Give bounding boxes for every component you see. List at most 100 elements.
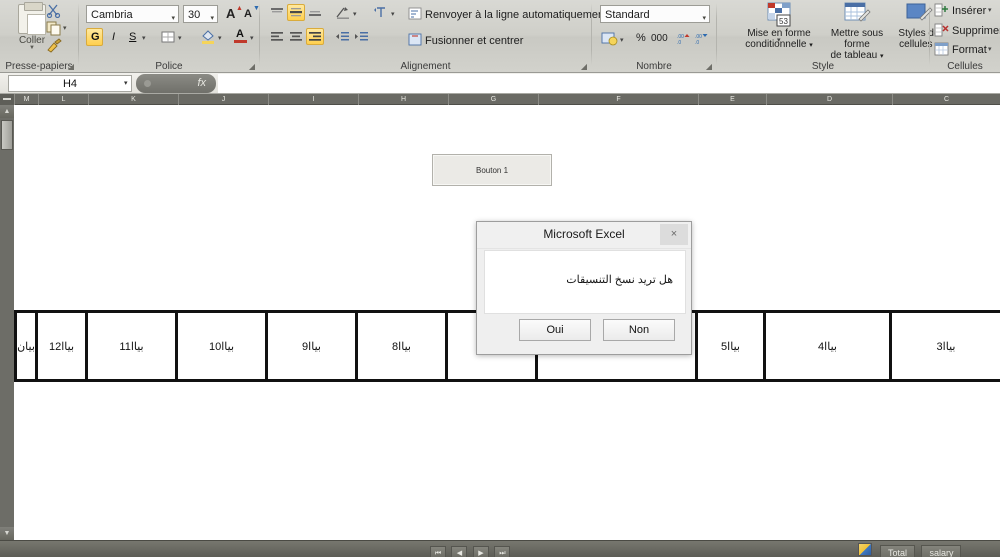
sheet-tab-salary[interactable]: salary	[921, 545, 962, 557]
insert-worksheet-icon[interactable]	[858, 543, 872, 556]
cell-E[interactable]: بياا5	[698, 313, 766, 379]
decrease-font-size-button[interactable]: A ▼	[241, 4, 260, 22]
scroll-down-button[interactable]: ▼	[0, 527, 14, 540]
conditional-formatting-arrow[interactable]: ▾	[809, 42, 813, 49]
borders-icon[interactable]	[159, 28, 177, 46]
column-header-M[interactable]: M	[14, 94, 38, 105]
underline-dropdown-arrow[interactable]: ▾	[142, 34, 146, 42]
increase-indent-icon[interactable]	[353, 28, 371, 45]
column-header-K[interactable]: K	[88, 94, 178, 105]
conditional-formatting-button[interactable]: 53 Mise en forme conditionnelle ▾	[737, 2, 821, 51]
insert-label[interactable]: Insérer	[952, 5, 986, 17]
cell-M[interactable]: بيان	[14, 313, 38, 379]
text-direction-icon[interactable]	[372, 4, 390, 21]
formula-input[interactable]	[218, 74, 1000, 93]
column-header-F[interactable]: F	[538, 94, 698, 105]
vertical-scrollbar[interactable]: ▲ ▼	[0, 105, 14, 540]
format-cells-icon[interactable]	[934, 42, 950, 57]
column-header-D[interactable]: D	[766, 94, 892, 105]
font-size-combo[interactable]: 30 ▾	[183, 5, 218, 23]
cell-I[interactable]: بياا9	[268, 313, 358, 379]
number-dialog-launcher[interactable]: ◢	[706, 62, 712, 71]
italic-button[interactable]: I	[105, 28, 122, 46]
form-button-bouton-1[interactable]: Bouton 1	[432, 154, 552, 186]
text-direction-dropdown-arrow[interactable]: ▾	[391, 10, 395, 18]
accounting-format-icon[interactable]	[600, 30, 619, 47]
fill-color-icon[interactable]	[199, 28, 217, 46]
orientation-dropdown-arrow[interactable]: ▾	[353, 10, 357, 18]
underline-button[interactable]: S	[124, 28, 141, 46]
dialog-no-button[interactable]: Non	[603, 319, 675, 341]
delete-label[interactable]: Supprimer	[952, 25, 1000, 37]
align-middle-icon[interactable]	[287, 4, 305, 21]
cell-C[interactable]: بياا3	[892, 313, 1000, 379]
borders-dropdown-arrow[interactable]: ▾	[178, 34, 182, 42]
sheet-tab-total[interactable]: Total	[880, 545, 916, 557]
vertical-scrollbar-thumb[interactable]	[1, 120, 13, 150]
cell-J[interactable]: بياا10	[178, 313, 268, 379]
format-as-table-button[interactable]: Mettre sous forme de tableau ▾	[823, 2, 891, 62]
column-header-L[interactable]: L	[38, 94, 88, 105]
column-header-C[interactable]: C	[892, 94, 1000, 105]
thousands-separator-button[interactable]: 000	[648, 30, 670, 47]
align-top-icon[interactable]	[268, 4, 286, 21]
select-all-button[interactable]	[0, 94, 14, 105]
decrease-indent-icon[interactable]	[334, 28, 352, 45]
horizontal-scrollbar[interactable]	[0, 541, 430, 556]
copy-icon[interactable]	[46, 21, 62, 36]
insert-function-button[interactable]: fx	[136, 74, 216, 93]
nav-next-sheet-button[interactable]: ▶	[472, 546, 489, 557]
decrease-decimal-icon[interactable]: .00.0	[693, 30, 710, 47]
font-color-dropdown-arrow[interactable]: ▾	[250, 34, 254, 42]
merge-cells-icon[interactable]	[408, 33, 422, 46]
cell-D[interactable]: بياا4	[766, 313, 892, 379]
column-header-G[interactable]: G	[448, 94, 538, 105]
insert-dropdown-arrow[interactable]: ▾	[988, 6, 992, 14]
ribbon-group-style: 53 Mise en forme conditionnelle ▾ Mettre…	[717, 0, 940, 73]
format-as-table-arrow[interactable]: ▾	[880, 53, 884, 60]
alignment-dialog-launcher[interactable]: ◢	[581, 62, 587, 71]
number-format-combo[interactable]: Standard ▾	[600, 5, 710, 23]
name-box-dropdown-arrow[interactable]: ▾	[124, 79, 128, 87]
nav-prev-sheet-button[interactable]: ◀	[451, 546, 468, 557]
nav-first-sheet-button[interactable]: ⏮	[430, 546, 446, 557]
align-center-icon[interactable]	[287, 28, 305, 45]
clipboard-dialog-launcher[interactable]: ◢	[68, 62, 74, 71]
align-bottom-icon[interactable]	[306, 4, 324, 21]
name-box[interactable]: H4	[8, 75, 132, 92]
merge-center-label[interactable]: Fusionner et centrer	[425, 35, 523, 47]
format-painter-icon[interactable]	[46, 38, 62, 53]
insert-cells-icon[interactable]	[934, 3, 950, 18]
copy-dropdown-arrow[interactable]: ▾	[63, 24, 67, 32]
increase-decimal-icon[interactable]: .00.0	[675, 30, 692, 47]
nav-last-sheet-button[interactable]: ⏭	[494, 546, 511, 557]
scroll-up-button[interactable]: ▲	[0, 105, 14, 118]
increase-font-size-button[interactable]: A ▲	[223, 4, 243, 22]
scissors-icon[interactable]	[46, 3, 62, 19]
bold-button[interactable]: G	[86, 28, 103, 46]
percent-style-button[interactable]: %	[632, 30, 648, 47]
font-color-icon[interactable]: A	[231, 28, 249, 46]
close-icon[interactable]: ×	[660, 224, 688, 245]
format-dropdown-arrow[interactable]: ▾	[988, 45, 992, 53]
fill-color-dropdown-arrow[interactable]: ▾	[218, 34, 222, 42]
column-header-E[interactable]: E	[698, 94, 766, 105]
align-right-icon[interactable]	[306, 28, 324, 45]
cell-K[interactable]: بياا11	[88, 313, 178, 379]
wrap-text-icon[interactable]	[408, 7, 422, 20]
font-dialog-launcher[interactable]: ◢	[249, 62, 255, 71]
cell-L[interactable]: بياا12	[38, 313, 88, 379]
orientation-icon[interactable]	[334, 4, 352, 21]
align-left-icon[interactable]	[268, 28, 286, 45]
cell-H[interactable]: بياا8	[358, 313, 448, 379]
dialog-yes-button[interactable]: Oui	[519, 319, 591, 341]
column-header-I[interactable]: I	[268, 94, 358, 105]
svg-text:53: 53	[779, 17, 788, 26]
format-label[interactable]: Format	[952, 44, 987, 56]
delete-cells-icon[interactable]	[934, 23, 950, 38]
column-header-H[interactable]: H	[358, 94, 448, 105]
accounting-dropdown-arrow[interactable]: ▾	[620, 36, 624, 44]
column-header-J[interactable]: J	[178, 94, 268, 105]
wrap-text-label[interactable]: Renvoyer à la ligne automatiquement	[425, 9, 607, 21]
font-family-combo[interactable]: Cambria ▾	[86, 5, 179, 23]
